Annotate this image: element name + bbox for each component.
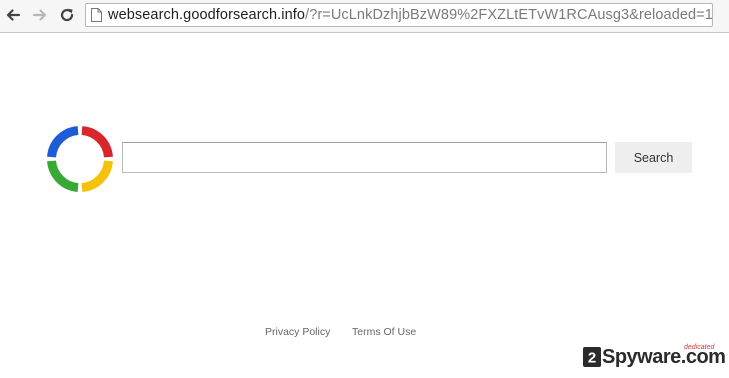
url-domain: websearch.goodforsearch.info: [108, 7, 306, 23]
url-text: websearch.goodforsearch.info/?r=UcLnkDzh…: [108, 7, 713, 24]
ring-logo: [47, 126, 113, 192]
watermark-tag: dedicated: [684, 344, 715, 351]
logo-red-segment: [81, 126, 113, 158]
logo-blue-segment: [47, 126, 79, 158]
url-path: /?r=UcLnkDzhjbBzW89%2FXZLtETvW1RCAusg3&r…: [305, 7, 713, 23]
browser-toolbar: websearch.goodforsearch.info/?r=UcLnkDzh…: [0, 0, 729, 33]
watermark-digit: 2: [588, 350, 596, 367]
arrow-left-icon: [6, 9, 21, 21]
logo-green-segment: [47, 160, 79, 192]
search-button[interactable]: Search: [615, 142, 692, 173]
reload-button[interactable]: [57, 5, 77, 25]
page-icon: [91, 8, 102, 22]
terms-of-use-link[interactable]: Terms Of Use: [352, 326, 416, 338]
arrow-right-icon: [32, 9, 47, 21]
reload-icon: [60, 8, 74, 22]
watermark-name: Spyware: [602, 346, 681, 368]
forward-button[interactable]: [30, 5, 50, 25]
logo-yellow-segment: [81, 160, 113, 192]
back-button[interactable]: [3, 5, 23, 25]
search-input[interactable]: [122, 142, 607, 173]
watermark-badge: 2: [583, 347, 601, 367]
address-bar[interactable]: websearch.goodforsearch.info/?r=UcLnkDzh…: [85, 3, 713, 27]
watermark: 2 Spyware.com dedicated: [583, 344, 726, 372]
privacy-policy-link[interactable]: Privacy Policy: [265, 326, 330, 338]
